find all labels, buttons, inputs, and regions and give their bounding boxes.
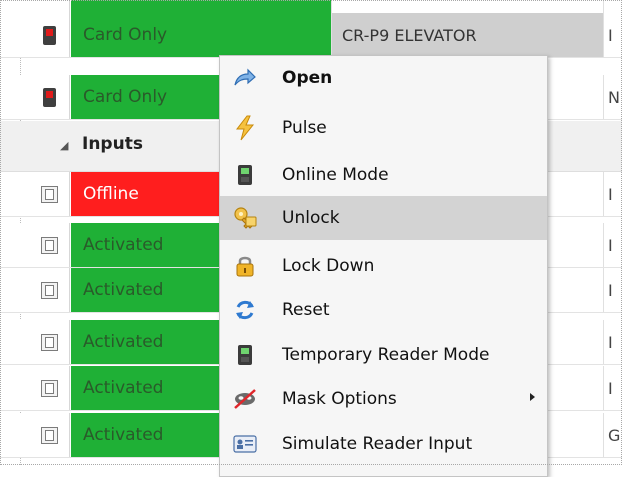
screenshot-frame — [0, 0, 622, 465]
